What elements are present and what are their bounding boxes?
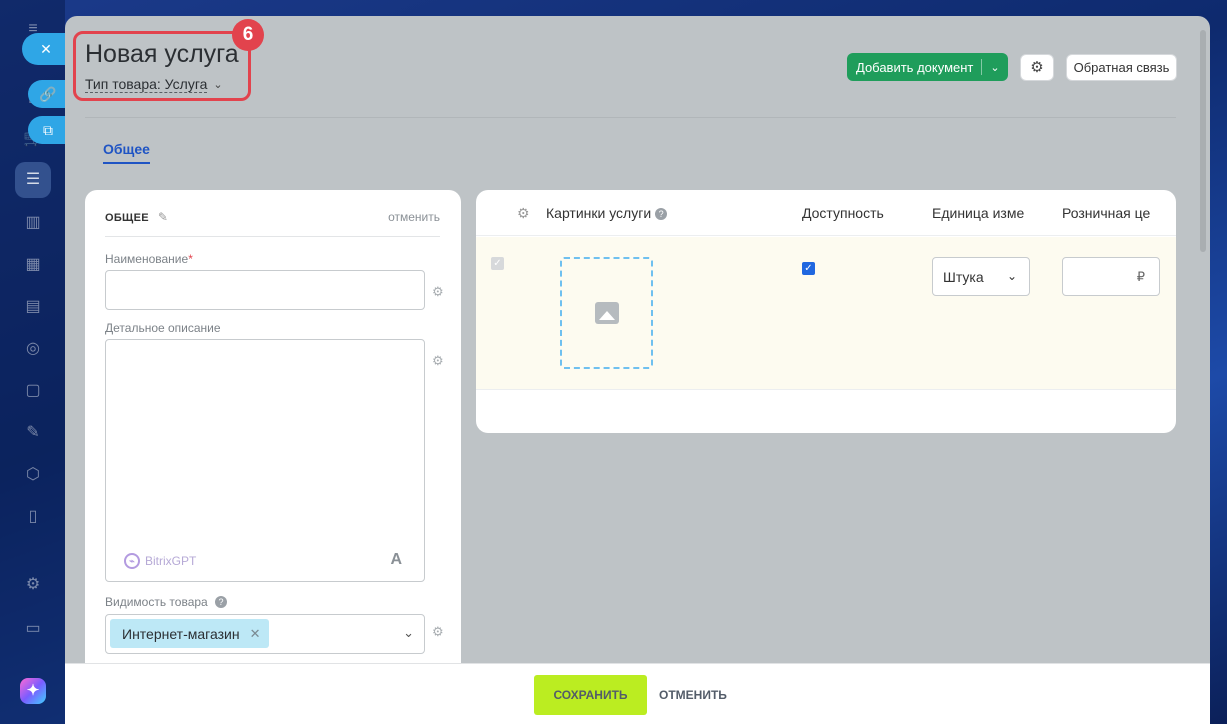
left-rail: ≡ ⌂ 🛒 ☰ ▥ ▦ ▤ ◎ ▢ ✎ ⬡ ▯ ⚙ ▭ ✦ <box>0 0 65 724</box>
document-icon[interactable]: ▢ <box>22 380 44 402</box>
table-row: ✓ ✓ Штука ⌄ ₽ <box>476 237 1176 390</box>
header-divider <box>85 117 1176 118</box>
close-slider-button[interactable]: ✕ <box>22 33 70 65</box>
open-new-window-button[interactable]: ⧉ <box>28 116 68 144</box>
visibility-select[interactable]: Интернет-магазин ✕ ⌄ <box>105 614 425 654</box>
column-unit: Единица изме <box>932 205 1025 221</box>
save-button[interactable]: СОХРАНИТЬ <box>534 675 647 715</box>
visibility-tag: Интернет-магазин ✕ <box>110 619 270 648</box>
gear-icon[interactable]: ⚙ <box>432 353 444 369</box>
bitrixgpt-button[interactable]: ⌁ BitrixGPT <box>124 553 196 569</box>
chevron-down-icon: ⌄ <box>213 79 223 91</box>
section-title: ОБЩЕЕ <box>105 212 149 224</box>
availability-checkbox[interactable]: ✓ <box>802 262 815 275</box>
name-label: Наименование* <box>105 252 193 266</box>
copy-link-button[interactable]: 🔗 <box>28 80 68 108</box>
variation-grid: ⚙ Картинки услуги? Доступность Единица и… <box>476 190 1176 433</box>
column-availability: Доступность <box>802 205 884 221</box>
open-window-icon: ⧉ <box>43 121 53 138</box>
gear-icon[interactable]: ⚙ <box>432 624 444 640</box>
description-textarea[interactable]: ⌁ BitrixGPT A <box>105 339 425 582</box>
settings-button[interactable]: ⚙ <box>1020 54 1054 81</box>
grid-header: ⚙ Картинки услуги? Доступность Единица и… <box>476 190 1176 236</box>
target-icon[interactable]: ◎ <box>22 338 44 360</box>
close-icon: ✕ <box>40 40 52 57</box>
general-card: ОБЩЕЕ ✎ отменить Наименование* ⚙ Детальн… <box>85 190 461 724</box>
feedback-button[interactable]: Обратная связь <box>1066 54 1177 81</box>
description-label: Детальное описание <box>105 321 221 335</box>
product-type-label: Тип товара: Услуга <box>85 76 208 93</box>
settings-rail-icon[interactable]: ⚙ <box>22 574 44 596</box>
scrollbar[interactable] <box>1200 30 1206 252</box>
library-icon[interactable]: ▯ <box>22 506 44 528</box>
pencil-icon[interactable]: ✎ <box>158 210 168 224</box>
name-input[interactable] <box>105 270 425 310</box>
link-icon: 🔗 <box>39 85 57 102</box>
add-document-label: Добавить документ <box>856 59 974 75</box>
remove-tag-icon[interactable]: ✕ <box>250 626 261 642</box>
calendar-icon[interactable]: ▦ <box>22 254 44 276</box>
page-title: Новая услуга <box>85 40 239 68</box>
footer-bar: СОХРАНИТЬ ОТМЕНИТЬ <box>65 663 1210 724</box>
gear-icon[interactable]: ⚙ <box>432 284 444 300</box>
unit-select[interactable]: Штука ⌄ <box>932 257 1030 296</box>
image-upload-area[interactable] <box>560 257 653 369</box>
text-format-icon[interactable]: A <box>390 551 402 569</box>
copilot-icon[interactable]: ✦ <box>20 678 46 704</box>
store-icon[interactable]: ▤ <box>22 296 44 318</box>
help-icon[interactable]: ? <box>215 596 228 608</box>
product-type-selector[interactable]: Тип товара: Услуга ⌄ <box>85 76 223 93</box>
bitrixgpt-icon: ⌁ <box>124 553 140 569</box>
section-cancel-link[interactable]: отменить <box>388 210 440 236</box>
visibility-label: Видимость товара ? <box>105 595 228 609</box>
image-placeholder-icon <box>594 302 619 324</box>
chevron-down-icon: ⌄ <box>1006 269 1017 283</box>
column-price: Розничная це <box>1062 205 1151 221</box>
grid-settings-icon[interactable]: ⚙ <box>517 205 530 222</box>
box-icon[interactable]: ⬡ <box>22 464 44 486</box>
price-input[interactable]: ₽ <box>1062 257 1160 296</box>
add-document-button[interactable]: Добавить документ ⌄ <box>847 53 1008 81</box>
rail-extra-icon[interactable]: ▭ <box>22 618 44 640</box>
row-checkbox[interactable]: ✓ <box>491 257 504 270</box>
sign-icon[interactable]: ✎ <box>22 422 44 444</box>
chevron-down-icon[interactable]: ⌄ <box>403 625 414 641</box>
chevron-down-icon[interactable]: ⌄ <box>982 61 1008 74</box>
cancel-button[interactable]: ОТМЕНИТЬ <box>659 675 727 715</box>
help-icon[interactable]: ? <box>655 208 668 220</box>
tab-general[interactable]: Общее <box>103 141 150 164</box>
filter-icon[interactable]: ☰ <box>15 162 51 198</box>
chart-icon[interactable]: ▥ <box>22 212 44 234</box>
gear-icon: ⚙ <box>1030 59 1044 76</box>
section-header: ОБЩЕЕ ✎ отменить <box>105 210 440 237</box>
column-images: Картинки услуги? <box>546 205 668 221</box>
product-slider-panel: 6 Новая услуга Тип товара: Услуга ⌄ Доба… <box>65 16 1210 724</box>
